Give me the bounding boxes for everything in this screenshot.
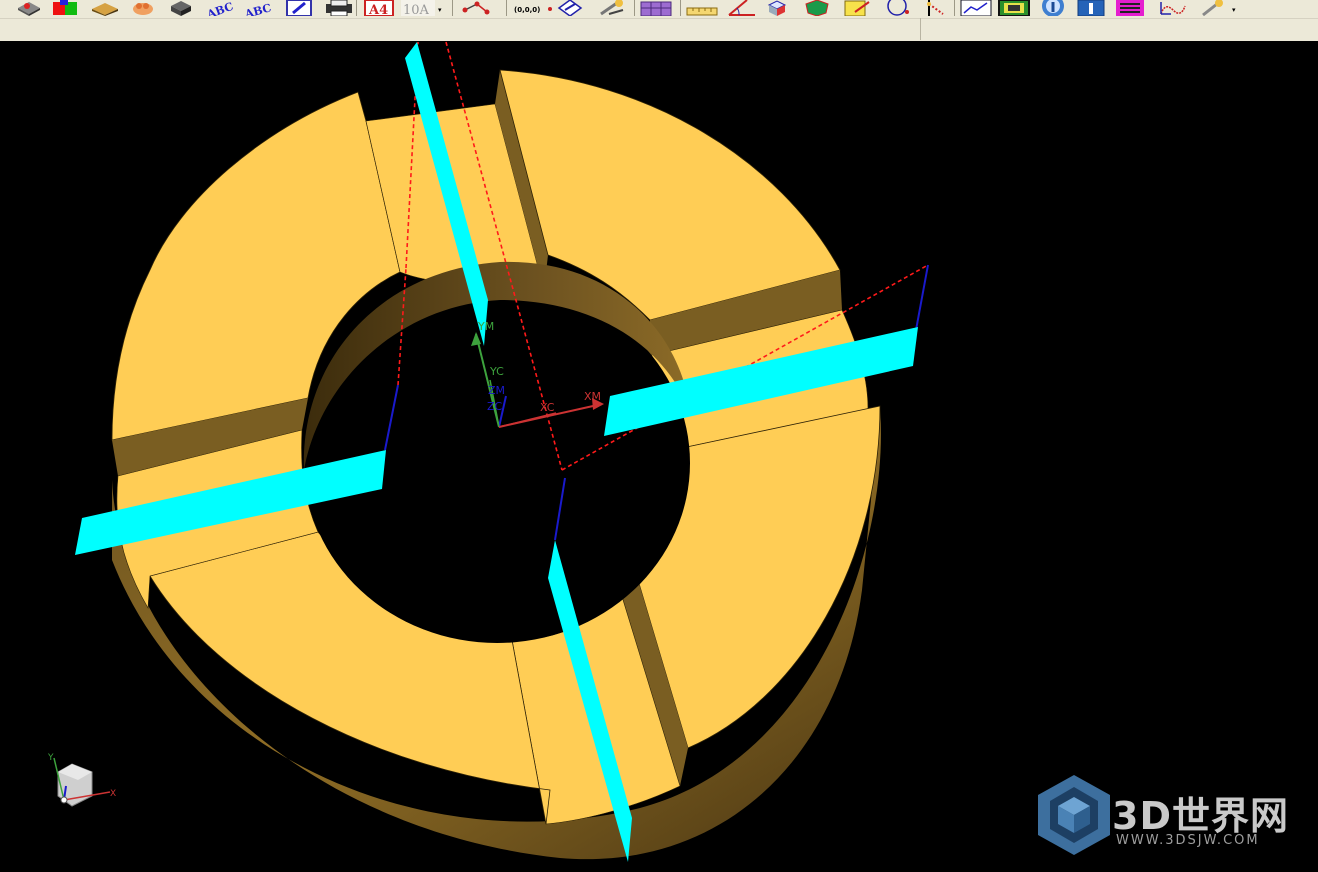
a4-text: A4 — [368, 3, 388, 16]
color-cube-icon[interactable] — [50, 0, 82, 16]
edge-shaded-icon[interactable] — [90, 0, 120, 16]
toolbar-icon-row: ABC ABC A4 10A ▾ (0,0,0) ▾ — [0, 0, 1318, 18]
watermark: 3D世界网 WWW.3DSJW.COM — [1030, 773, 1300, 863]
watermark-cube-icon — [1038, 775, 1110, 855]
coordinate-axes-icon[interactable] — [1154, 0, 1190, 16]
model-scene: YM YC ZM ZC XC XM Y X — [47, 41, 929, 862]
cube-blue-icon[interactable] — [762, 0, 792, 16]
zm-label: ZM — [488, 384, 505, 397]
curve-circle-icon[interactable] — [880, 0, 916, 16]
toolbar-status-row — [0, 18, 1318, 41]
text-orient-icon-1[interactable]: ABC — [204, 0, 236, 16]
toolbar-overflow-arrow[interactable]: ▾ — [1232, 6, 1236, 14]
xm-label: XM — [584, 390, 601, 403]
triad-y-label: Y — [47, 753, 54, 763]
origin-text: (0,0,0) — [514, 6, 540, 14]
printer-icon[interactable] — [322, 0, 356, 16]
watermark-title: 3D世界网 — [1112, 794, 1289, 838]
datum-axis-right — [915, 264, 929, 331]
svg-text:ABC: ABC — [243, 1, 273, 16]
hand-pan-icon[interactable] — [128, 0, 158, 16]
origin-point-icon[interactable]: (0,0,0) — [512, 0, 554, 16]
font-style-text: 10A — [403, 3, 430, 16]
note-yellow-icon[interactable] — [840, 0, 874, 16]
toolbar-divider — [920, 18, 921, 40]
angle-measure-icon[interactable] — [724, 0, 760, 16]
watermark-url: WWW.3DSJW.COM — [1116, 833, 1260, 848]
yc-label: YC — [489, 365, 504, 378]
isometric-view-icon[interactable] — [166, 0, 196, 16]
edit-blue-icon[interactable] — [284, 0, 314, 16]
svg-text:ABC: ABC — [205, 0, 236, 16]
chart-frame-icon[interactable] — [958, 0, 994, 16]
main-toolbar: ABC ABC A4 10A ▾ (0,0,0) ▾ — [0, 0, 1318, 41]
xc-label: XC — [540, 401, 555, 414]
text-orient-icon-2[interactable]: ABC — [242, 0, 278, 16]
purple-grid-icon[interactable] — [638, 0, 674, 16]
triad-origin — [60, 796, 68, 804]
zc-label: ZC — [487, 400, 503, 413]
view-shaded-icon[interactable] — [15, 0, 43, 16]
ruler-icon[interactable] — [684, 0, 720, 16]
image-frame-icon[interactable] — [996, 0, 1032, 16]
a4-sheet-icon[interactable]: A4 — [362, 0, 396, 16]
font-style-icon[interactable]: 10A — [400, 0, 436, 16]
wrench-key-icon[interactable] — [1196, 0, 1228, 16]
ym-label: YM — [477, 320, 494, 333]
info-box-icon[interactable] — [1074, 0, 1108, 16]
green-shield-icon[interactable] — [802, 0, 832, 16]
view-triad[interactable]: Y X — [47, 753, 116, 807]
triad-x-label: X — [110, 789, 116, 799]
info-circle-icon[interactable] — [1036, 0, 1070, 16]
network-node-icon[interactable] — [458, 0, 492, 16]
dotted-line-icon[interactable] — [920, 0, 950, 16]
font-dropdown-arrow[interactable]: ▾ — [438, 6, 442, 14]
diamond-vector-icon[interactable] — [556, 0, 584, 16]
wrench-tools-icon[interactable] — [594, 0, 628, 16]
graphics-viewport[interactable]: YM YC ZM ZC XC XM Y X 3D世界网 WWW.3DSJW.CO… — [0, 41, 1318, 872]
layer-settings-icon[interactable] — [1112, 0, 1148, 16]
